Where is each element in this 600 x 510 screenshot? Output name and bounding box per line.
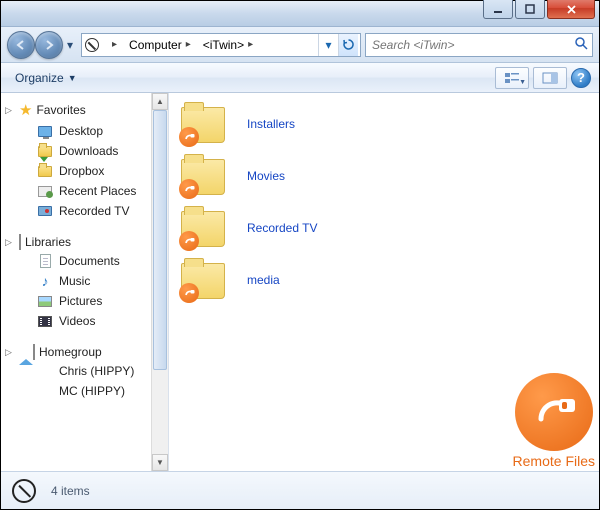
breadcrumb-current[interactable]: <iTwin>▸ <box>199 34 257 56</box>
window-titlebar <box>1 1 599 27</box>
breadcrumb-label: <iTwin> <box>203 38 244 52</box>
search-input[interactable] <box>370 37 574 53</box>
chevron-down-icon: ▼ <box>68 73 77 83</box>
pictures-icon <box>37 293 53 309</box>
collapse-icon[interactable]: ▷ <box>5 105 12 116</box>
folder-label: media <box>247 273 280 287</box>
sidebar-item-user-mc[interactable]: MC (HIPPY) <box>1 381 168 401</box>
sidebar-group-favorites[interactable]: ▷ ★ Favorites <box>1 99 168 121</box>
nav-history-dropdown[interactable]: ▾ <box>63 31 77 59</box>
sidebar-item-recent-places[interactable]: Recent Places <box>1 181 168 201</box>
scroll-down-button[interactable]: ▼ <box>152 454 168 471</box>
view-options-button[interactable]: ▼ <box>495 67 529 89</box>
sidebar-group-label: Libraries <box>25 235 71 249</box>
address-bar[interactable]: ▸ Computer▸ <iTwin>▸ ▾ <box>81 33 361 57</box>
libraries-icon <box>19 235 21 249</box>
sidebar-group-libraries[interactable]: ▷ Libraries <box>1 233 168 251</box>
organize-label: Organize <box>15 71 64 85</box>
close-button[interactable] <box>547 0 595 19</box>
sidebar-item-dropbox[interactable]: Dropbox <box>1 161 168 181</box>
status-bar: 4 items <box>1 471 599 509</box>
refresh-button[interactable] <box>338 34 358 56</box>
folder-label: Movies <box>247 169 285 183</box>
folder-item[interactable]: Recorded TV <box>181 207 587 249</box>
sidebar-item-music[interactable]: ♪ Music <box>1 271 168 291</box>
navigation-row: ▾ ▸ Computer▸ <iTwin>▸ ▾ <box>1 27 599 63</box>
remote-files-icon <box>515 373 593 451</box>
homegroup-icon <box>19 345 35 359</box>
sidebar-item-label: Downloads <box>59 143 118 159</box>
collapse-icon[interactable]: ▷ <box>5 237 12 248</box>
folder-item[interactable]: Movies <box>181 155 587 197</box>
remote-files-badge: Remote Files <box>513 373 595 469</box>
recent-places-icon <box>37 183 53 199</box>
document-icon <box>37 253 53 269</box>
sidebar-item-recorded-tv[interactable]: Recorded TV <box>1 201 168 221</box>
sidebar-item-label: Recorded TV <box>59 203 129 219</box>
remote-folder-icon <box>181 103 229 145</box>
folder-item[interactable]: media <box>181 259 587 301</box>
scroll-up-button[interactable]: ▲ <box>152 93 168 110</box>
sidebar-item-label: Dropbox <box>59 163 104 179</box>
breadcrumb-computer[interactable]: Computer▸ <box>125 34 195 56</box>
sidebar-scrollbar[interactable]: ▲ ▼ <box>151 93 168 471</box>
person-icon <box>37 383 53 399</box>
sidebar-item-label: Recent Places <box>59 183 136 199</box>
videos-icon <box>37 313 53 329</box>
folder-icon <box>37 163 53 179</box>
maximize-button[interactable] <box>515 0 545 19</box>
sidebar-item-label: Documents <box>59 253 120 269</box>
sidebar-item-downloads[interactable]: Downloads <box>1 141 168 161</box>
folder-label: Recorded TV <box>247 221 317 235</box>
desktop-icon <box>37 123 53 139</box>
preview-pane-button[interactable] <box>533 67 567 89</box>
sidebar-item-desktop[interactable]: Desktop <box>1 121 168 141</box>
address-dropdown-button[interactable]: ▾ <box>318 34 338 56</box>
command-toolbar: Organize ▼ ▼ ? <box>1 63 599 93</box>
minimize-button[interactable] <box>483 0 513 19</box>
location-status-icon <box>9 476 39 506</box>
status-text: 4 items <box>51 484 90 498</box>
folder-label: Installers <box>247 117 295 131</box>
remote-folder-icon <box>181 259 229 301</box>
music-icon: ♪ <box>37 273 53 289</box>
sidebar-item-label: Music <box>59 273 90 289</box>
sidebar-item-documents[interactable]: Documents <box>1 251 168 271</box>
folder-item[interactable]: Installers <box>181 103 587 145</box>
remote-folder-icon <box>181 207 229 249</box>
remote-files-label: Remote Files <box>513 453 595 469</box>
sidebar-item-label: MC (HIPPY) <box>59 383 125 399</box>
star-icon: ★ <box>19 101 32 119</box>
breadcrumb-label: Computer <box>129 38 182 52</box>
downloads-icon <box>37 143 53 159</box>
sidebar-item-label: Chris (HIPPY) <box>59 363 134 379</box>
forward-button[interactable] <box>35 31 63 59</box>
back-button[interactable] <box>7 31 35 59</box>
sidebar-item-videos[interactable]: Videos <box>1 311 168 331</box>
sidebar-item-label: Pictures <box>59 293 102 309</box>
sidebar-item-pictures[interactable]: Pictures <box>1 291 168 311</box>
sidebar-item-label: Videos <box>59 313 95 329</box>
help-button[interactable]: ? <box>571 68 591 88</box>
search-box[interactable] <box>365 33 593 57</box>
sidebar-group-label: Homegroup <box>39 345 102 359</box>
breadcrumb-separator[interactable]: ▸ <box>104 34 121 56</box>
sidebar-group-homegroup[interactable]: ▷ Homegroup <box>1 343 168 361</box>
navigation-sidebar: ▷ ★ Favorites Desktop Downloads Dropbox … <box>1 93 169 471</box>
sidebar-item-label: Desktop <box>59 123 103 139</box>
person-icon <box>37 363 53 379</box>
organize-menu-button[interactable]: Organize ▼ <box>9 69 83 87</box>
scroll-thumb[interactable] <box>153 110 167 370</box>
file-list-pane[interactable]: Installers Movies Recorded TV media <box>169 93 599 471</box>
collapse-icon[interactable]: ▷ <box>5 347 12 358</box>
tv-icon <box>37 203 53 219</box>
search-icon[interactable] <box>574 36 588 53</box>
remote-folder-icon <box>181 155 229 197</box>
sidebar-group-label: Favorites <box>36 103 85 117</box>
location-icon <box>84 37 100 53</box>
